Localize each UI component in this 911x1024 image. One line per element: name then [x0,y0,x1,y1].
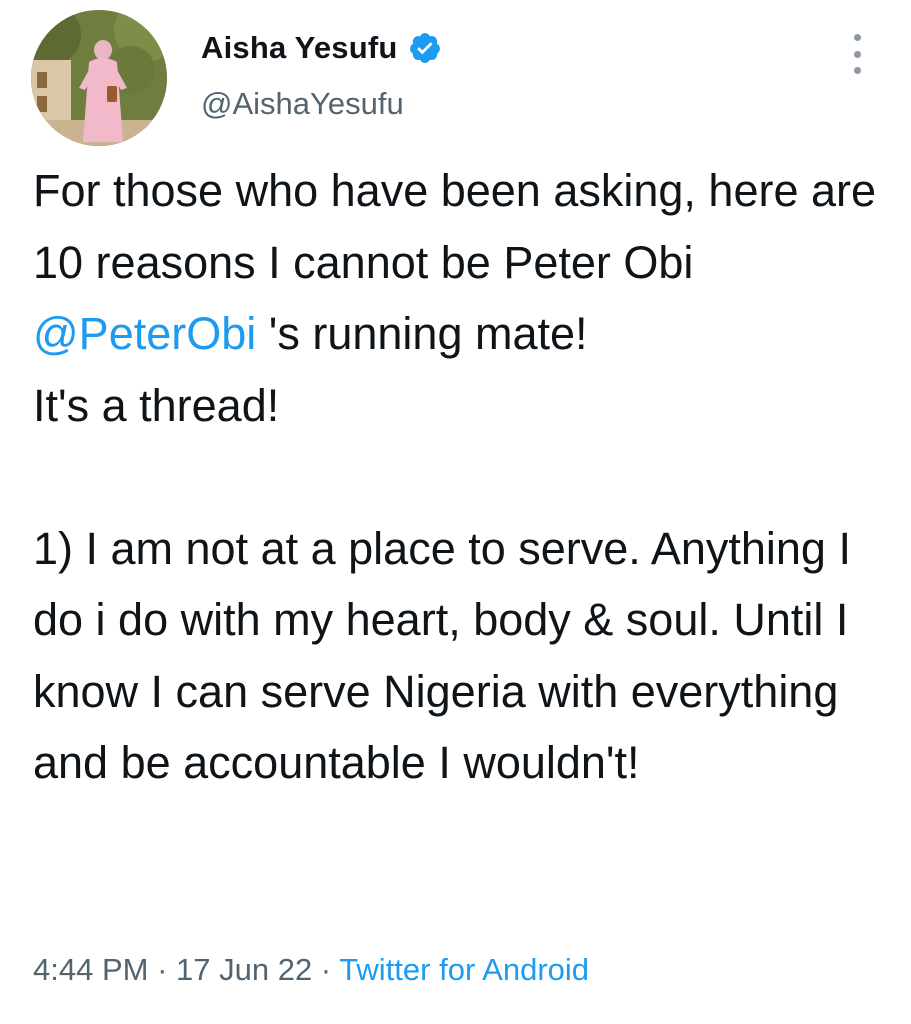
tweet-meta: 4:44 PM · 17 Jun 22 · Twitter for Androi… [33,952,589,988]
tweet-text-part1: For those who have been asking, here are… [33,165,889,288]
author-handle[interactable]: @AishaYesufu [201,86,404,122]
author-name-row: Aisha Yesufu [201,30,442,66]
tweet-source-link[interactable]: Twitter for Android [339,952,589,987]
meta-separator: · [312,952,340,987]
tweet-time[interactable]: 4:44 PM [33,952,148,987]
profile-photo-icon [31,10,167,146]
verified-badge-icon [408,31,442,65]
tweet-text-part2: 's running mate! It's a thread! 1) I am … [33,308,851,788]
avatar[interactable] [31,10,167,146]
tweet-text: For those who have been asking, here are… [33,155,893,799]
more-dot [853,34,861,41]
tweet-date[interactable]: 17 Jun 22 [176,952,312,987]
meta-separator: · [148,952,177,987]
author-display-name[interactable]: Aisha Yesufu [201,30,398,66]
more-options-icon[interactable] [846,34,868,74]
mention-link[interactable]: @PeterObi [33,308,256,359]
tweet-card: Aisha Yesufu @AishaYesufu For those who … [0,0,911,1024]
more-dot [853,67,861,74]
more-dot [853,50,861,58]
